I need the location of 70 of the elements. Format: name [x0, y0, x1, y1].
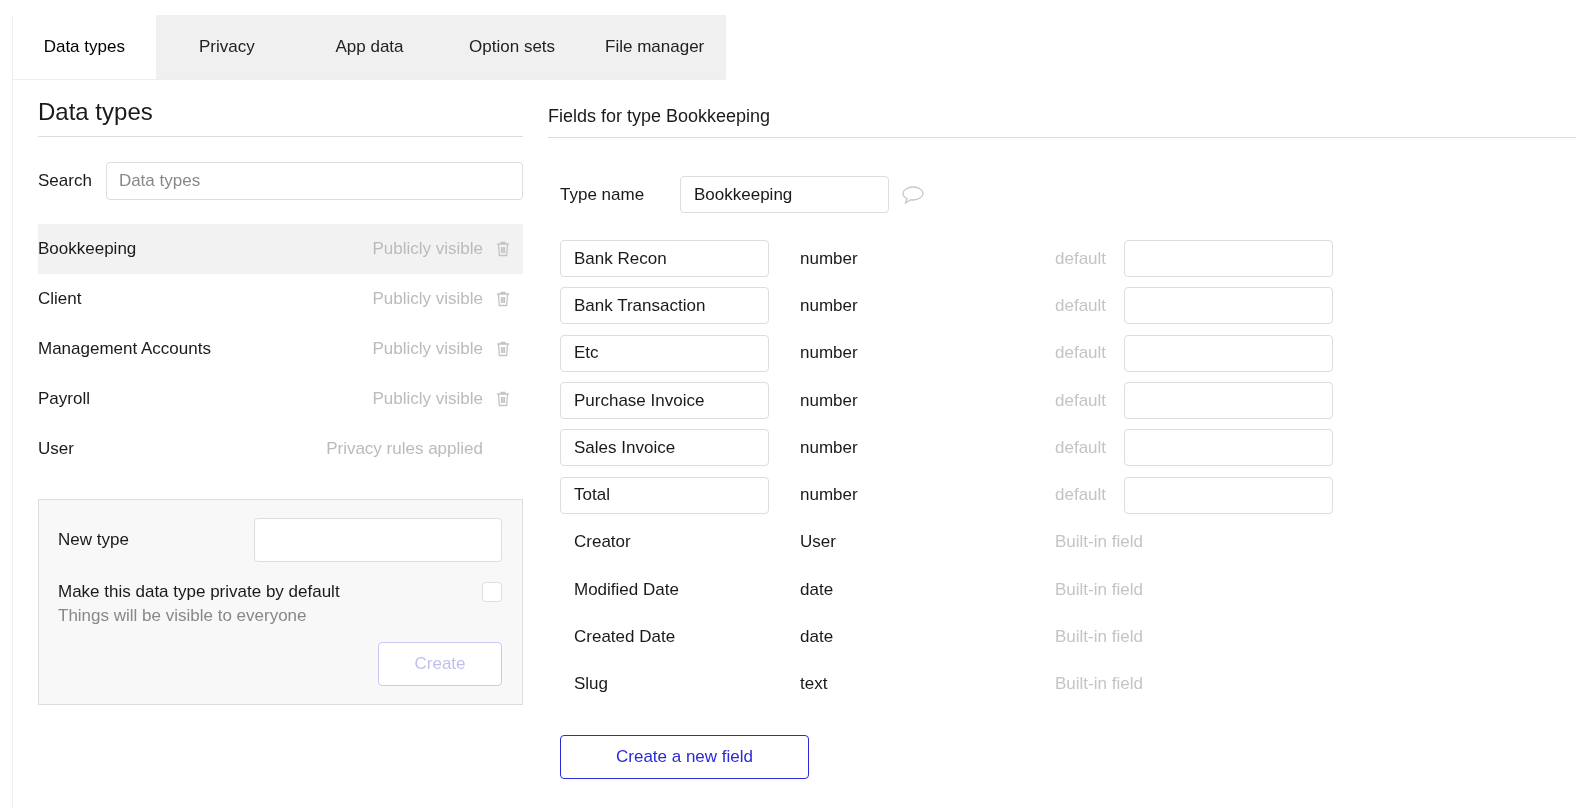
create-field-button[interactable]: Create a new field [560, 734, 809, 779]
visibility-label: Publicly visible [372, 389, 483, 409]
default-label: default [1055, 343, 1108, 364]
data-type-name: User [38, 439, 75, 459]
search-label: Search [38, 171, 92, 191]
field-type: number [800, 485, 859, 506]
field-name: Modified Date [573, 579, 680, 600]
panel-title: Data types [38, 98, 523, 137]
field-type: date [800, 627, 835, 647]
trash-icon[interactable] [496, 291, 510, 307]
default-value-field[interactable] [1124, 334, 1333, 372]
field-name: Slug [573, 674, 610, 695]
field-type: date [800, 579, 835, 600]
field-name-field[interactable]: Purchase Invoice [560, 382, 769, 420]
field-type: User [800, 532, 837, 553]
tab[interactable]: File manager [583, 15, 726, 79]
default-label: default [1055, 248, 1108, 269]
field-name-field[interactable]: Sales Invoice [560, 429, 769, 467]
field-type: number [800, 437, 859, 458]
field-name-field[interactable]: Bank Transaction [560, 287, 769, 325]
default-value-field[interactable] [1124, 287, 1333, 325]
field-name: Creator [573, 532, 632, 553]
field-type: number [800, 390, 859, 411]
field-name-field[interactable]: Etc [560, 334, 769, 372]
new-type-field[interactable] [254, 518, 502, 562]
type-name-field[interactable]: Bookkeeping [680, 176, 889, 213]
type-name-label: Type name [560, 184, 646, 205]
built-in-label: Built-in field [1055, 674, 1143, 695]
default-label: default [1055, 437, 1108, 458]
tab[interactable]: Privacy [155, 15, 299, 79]
data-type-item[interactable]: Payroll Publicly visible [38, 374, 523, 424]
visibility-label: Publicly visible [372, 289, 483, 309]
default-value-field[interactable] [1124, 382, 1333, 420]
default-value-field[interactable] [1124, 429, 1333, 467]
default-value-field[interactable] [1124, 476, 1333, 514]
trash-icon[interactable] [496, 341, 510, 357]
tab[interactable]: Option sets [440, 15, 584, 79]
default-label: default [1055, 485, 1108, 506]
field-name-field[interactable]: Bank Recon [560, 240, 769, 278]
field-type: text [800, 674, 829, 695]
private-label: Make this data type private by default [58, 582, 340, 602]
field-type: number [800, 248, 859, 269]
data-type-name: Client [38, 289, 83, 309]
field-type: number [800, 295, 859, 316]
field-type: number [800, 343, 859, 364]
data-type-name: Bookkeeping [38, 239, 138, 259]
search-field[interactable]: Data types [105, 162, 523, 200]
panel-title: Fields for type Bookkeeping [548, 106, 1576, 138]
trash-icon[interactable] [496, 391, 510, 407]
field-name: Created Date [573, 627, 677, 647]
default-label: default [1055, 390, 1108, 411]
built-in-label: Built-in field [1055, 579, 1143, 600]
comment-icon[interactable] [901, 184, 925, 205]
field-name-field[interactable]: Total [560, 476, 769, 514]
built-in-label: Built-in field [1055, 532, 1143, 553]
data-type-item[interactable]: Management Accounts Publicly visible [38, 324, 523, 374]
default-value-field[interactable] [1124, 240, 1333, 278]
tab[interactable]: App data [298, 15, 441, 79]
data-type-item[interactable]: Client Publicly visible [38, 274, 523, 324]
hint-text: Things will be visible to everyone [58, 606, 308, 626]
built-in-label: Built-in field [1055, 627, 1143, 647]
data-type-name: Payroll [38, 389, 91, 409]
data-type-name: Management Accounts [38, 339, 212, 359]
visibility-label: Privacy rules applied [326, 439, 483, 459]
private-checkbox[interactable] [482, 582, 502, 602]
trash-icon[interactable] [496, 241, 510, 257]
visibility-label: Publicly visible [372, 339, 483, 359]
data-type-item[interactable]: User Privacy rules applied [38, 424, 523, 474]
default-label: default [1055, 295, 1108, 316]
new-type-label: New type [58, 530, 129, 550]
